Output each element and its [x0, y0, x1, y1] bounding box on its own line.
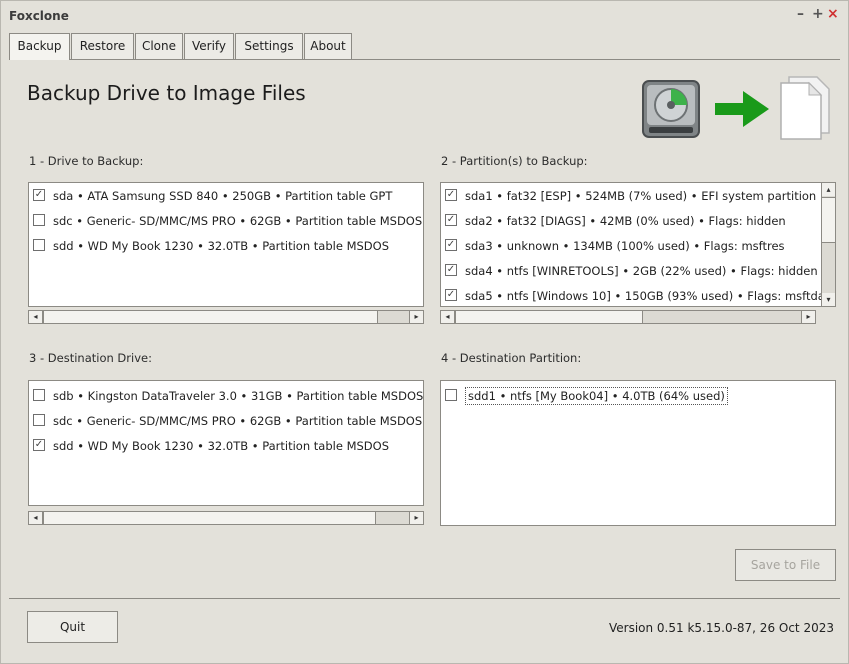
- tab-verify[interactable]: Verify: [184, 33, 234, 59]
- scrollbar-thumb[interactable]: [455, 311, 643, 323]
- tab-backup[interactable]: Backup: [9, 33, 70, 60]
- partitions-to-backup-list[interactable]: ✓ sda1 • fat32 [ESP] • 524MB (7% used) •…: [440, 182, 836, 307]
- tab-restore[interactable]: Restore: [71, 33, 134, 59]
- quit-button[interactable]: Quit: [27, 611, 118, 643]
- scroll-right-icon[interactable]: ▸: [409, 311, 423, 323]
- drive-to-backup-list[interactable]: ✓ sda • ATA Samsung SSD 840 • 250GB • Pa…: [28, 182, 424, 307]
- window-title: Foxclone: [9, 9, 69, 23]
- destination-drive-label: 3 - Destination Drive:: [29, 351, 152, 365]
- destination-partition-list[interactable]: sdd1 • ntfs [My Book04] • 4.0TB (64% use…: [440, 380, 836, 526]
- checkbox[interactable]: ✓: [445, 189, 457, 201]
- checkbox[interactable]: [445, 389, 457, 401]
- horizontal-scrollbar[interactable]: ◂ ▸: [28, 511, 424, 525]
- scroll-down-icon[interactable]: ▾: [822, 293, 835, 306]
- drive-to-backup-label: 1 - Drive to Backup:: [29, 154, 144, 168]
- partitions-to-backup-label: 2 - Partition(s) to Backup:: [441, 154, 588, 168]
- save-to-file-button[interactable]: Save to File: [735, 549, 836, 581]
- scroll-up-icon[interactable]: ▴: [822, 183, 835, 196]
- checkbox[interactable]: [33, 389, 45, 401]
- foxclone-window: Foxclone – + × Backup Restore Clone Veri…: [0, 0, 849, 664]
- scrollbar-thumb[interactable]: [43, 512, 376, 524]
- checkbox[interactable]: ✓: [445, 214, 457, 226]
- tab-about[interactable]: About: [304, 33, 352, 59]
- checkbox[interactable]: ✓: [445, 239, 457, 251]
- version-label: Version 0.51 k5.15.0-87, 26 Oct 2023: [608, 621, 834, 635]
- footer-divider: [9, 598, 840, 599]
- page-title: Backup Drive to Image Files: [27, 81, 306, 105]
- arrow-right-icon: [713, 89, 771, 129]
- scroll-left-icon[interactable]: ◂: [29, 512, 43, 524]
- scrollbar-thumb[interactable]: [43, 311, 378, 323]
- vertical-scrollbar[interactable]: ▴ ▾: [821, 183, 835, 306]
- checkbox[interactable]: [33, 414, 45, 426]
- hard-drive-icon: [641, 77, 701, 141]
- scroll-right-icon[interactable]: ▸: [801, 311, 815, 323]
- destination-partition-label: 4 - Destination Partition:: [441, 351, 582, 365]
- title-bar: Foxclone – + ×: [1, 1, 848, 29]
- checkbox[interactable]: ✓: [33, 189, 45, 201]
- scroll-left-icon[interactable]: ◂: [29, 311, 43, 323]
- scroll-left-icon[interactable]: ◂: [441, 311, 455, 323]
- checkbox[interactable]: [33, 239, 45, 251]
- destination-drive-list[interactable]: sdb • Kingston DataTraveler 3.0 • 31GB •…: [28, 380, 424, 506]
- tab-settings[interactable]: Settings: [235, 33, 303, 59]
- checkbox[interactable]: ✓: [33, 439, 45, 451]
- minimize-icon[interactable]: –: [797, 7, 804, 21]
- tab-clone[interactable]: Clone: [135, 33, 183, 59]
- checkbox[interactable]: ✓: [445, 289, 457, 301]
- files-icon: [775, 75, 833, 143]
- scrollbar-thumb[interactable]: [822, 197, 835, 243]
- tab-panel-border: [9, 59, 840, 60]
- scroll-right-icon[interactable]: ▸: [409, 512, 423, 524]
- checkbox[interactable]: [33, 214, 45, 226]
- checkbox[interactable]: ✓: [445, 264, 457, 276]
- horizontal-scrollbar[interactable]: ◂ ▸: [440, 310, 816, 324]
- close-icon[interactable]: ×: [827, 7, 839, 21]
- horizontal-scrollbar[interactable]: ◂ ▸: [28, 310, 424, 324]
- maximize-icon[interactable]: +: [812, 7, 824, 21]
